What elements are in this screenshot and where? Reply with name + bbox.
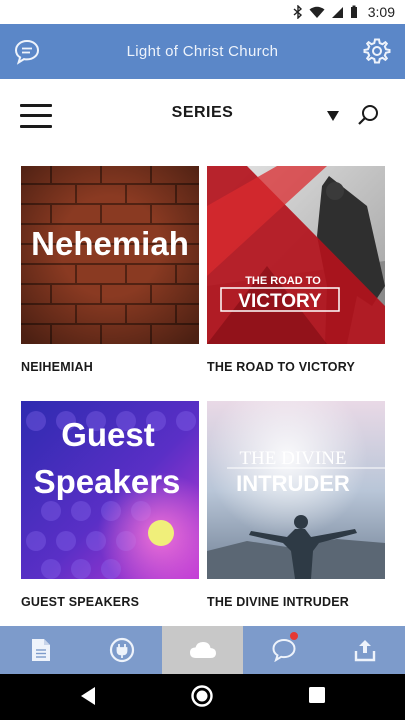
recents-icon[interactable]: [309, 687, 325, 703]
status-time: 3:09: [367, 4, 395, 20]
art-title-line2: Speakers: [34, 463, 181, 500]
home-icon[interactable]: [191, 685, 213, 707]
signal-icon: [331, 6, 343, 18]
tab-notes[interactable]: [0, 626, 81, 674]
series-label[interactable]: NEIHEMIAH: [21, 360, 199, 374]
document-icon: [31, 639, 50, 661]
tab-share[interactable]: [324, 626, 405, 674]
bluetooth-icon: [293, 5, 302, 19]
battery-icon: [350, 5, 357, 18]
tab-messages[interactable]: [243, 626, 324, 674]
art-title-line2: VICTORY: [238, 291, 322, 312]
series-label[interactable]: THE DIVINE INTRUDER: [207, 595, 385, 609]
series-thumbnail[interactable]: THE ROAD TO VICTORY: [207, 166, 385, 344]
app-screen: 3:09 Light of Christ Church SERIES Nehem…: [0, 0, 405, 720]
settings-button[interactable]: [363, 37, 391, 65]
series-label[interactable]: THE ROAD TO VICTORY: [207, 360, 385, 374]
series-card-road-to-victory[interactable]: THE ROAD TO VICTORY THE ROAD TO VICTORY: [207, 166, 385, 374]
search-button[interactable]: [356, 103, 380, 127]
art-title-line1: Guest: [61, 416, 155, 453]
hamburger-bar: [20, 125, 52, 128]
art-title-line1: THE ROAD TO: [245, 275, 321, 287]
chat-bubble-icon: [271, 638, 296, 662]
guest-speakers-art: Guest Speakers: [21, 401, 199, 579]
wifi-icon: [309, 6, 325, 18]
dropdown-caret-icon[interactable]: [327, 111, 339, 121]
series-card-guest-speakers[interactable]: Guest Speakers GUEST SPEAKERS: [21, 401, 199, 609]
cloud-icon: [189, 642, 216, 658]
tab-media[interactable]: [162, 626, 243, 674]
system-nav-bar: [0, 674, 405, 720]
series-thumbnail[interactable]: THE DIVINE INTRUDER: [207, 401, 385, 579]
notification-badge: [290, 632, 298, 640]
share-upload-icon: [354, 640, 375, 662]
series-thumbnail[interactable]: Guest Speakers: [21, 401, 199, 579]
tab-connect[interactable]: [81, 626, 162, 674]
app-title: Light of Christ Church: [126, 43, 279, 60]
art-title: Nehemiah: [31, 225, 189, 262]
brick-wall-art: Nehemiah: [21, 166, 199, 344]
gear-icon: [363, 38, 391, 64]
status-bar: 3:09: [0, 0, 405, 24]
divine-intruder-art: THE DIVINE INTRUDER: [207, 401, 385, 579]
series-thumbnail[interactable]: Nehemiah: [21, 166, 199, 344]
back-icon[interactable]: [80, 686, 96, 706]
series-label[interactable]: GUEST SPEAKERS: [21, 595, 199, 609]
series-card-nehemiah[interactable]: Nehemiah NEIHEMIAH: [21, 166, 199, 374]
section-header: SERIES: [0, 79, 405, 151]
section-title: SERIES: [171, 104, 234, 121]
art-title-line2: INTRUDER: [236, 471, 350, 496]
bottom-nav: [0, 626, 405, 674]
app-bar: Light of Christ Church: [0, 24, 405, 79]
art-title-line1: THE DIVINE: [239, 448, 346, 469]
plug-icon: [109, 637, 134, 663]
search-icon: [358, 105, 378, 125]
road-to-victory-art: THE ROAD TO VICTORY: [207, 166, 385, 344]
series-card-divine-intruder[interactable]: THE DIVINE INTRUDER THE DIVINE INTRUDER: [207, 401, 385, 609]
